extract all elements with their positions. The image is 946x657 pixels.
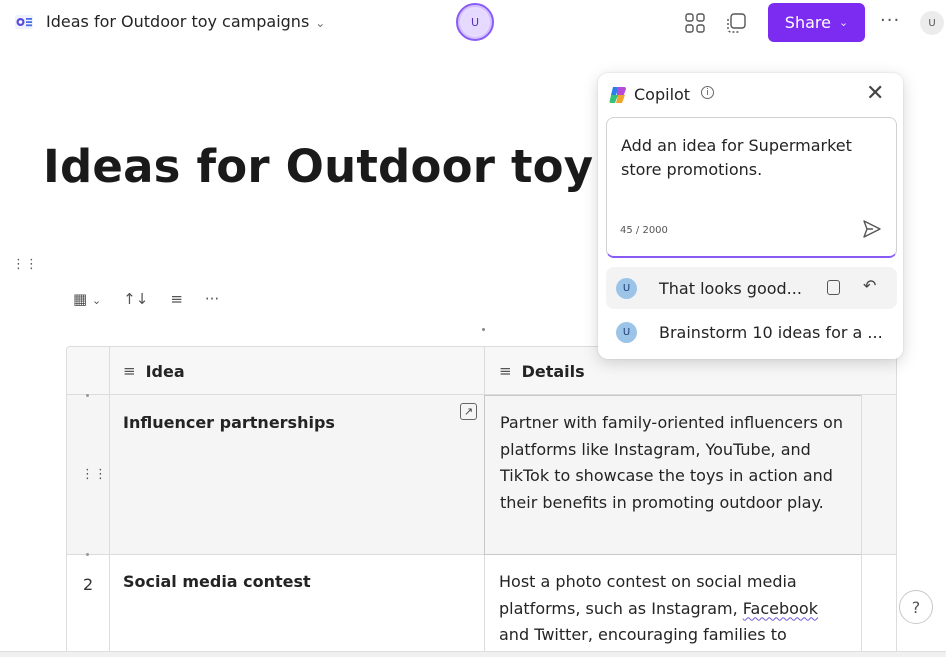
copilot-logo-icon <box>609 87 626 103</box>
status-bar <box>0 651 946 657</box>
page-title[interactable]: Ideas for Outdoor toy ca <box>43 140 667 193</box>
insert-point <box>482 328 485 331</box>
info-icon[interactable]: i <box>701 86 714 99</box>
suggestion-item[interactable]: U Brainstorm 10 ideas for a ... <box>606 311 897 353</box>
doc-title-dropdown[interactable]: Ideas for Outdoor toy campaigns ⌄ <box>46 12 325 31</box>
column-divider <box>484 555 485 657</box>
table-view-icon[interactable]: ▦ ⌄ <box>73 290 101 308</box>
copy-icon[interactable] <box>827 280 840 295</box>
table-more-icon[interactable]: ··· <box>205 290 219 308</box>
row-drag-handle-icon[interactable]: ⋮⋮ <box>81 467 107 482</box>
suggestion-text: That looks good... <box>659 279 802 298</box>
loop-page-icon <box>15 15 33 29</box>
avatar: U <box>616 278 637 299</box>
row-number-cell: ⋮⋮ <box>67 395 110 555</box>
table-toolbar: ▦ ⌄ ↑↓ ≡ ··· <box>73 290 219 308</box>
sort-icon[interactable]: ↑↓ <box>123 290 148 308</box>
idea-cell[interactable]: Social media contest <box>123 572 311 591</box>
column-label: Idea <box>145 361 185 381</box>
send-icon[interactable] <box>861 218 883 240</box>
help-button[interactable]: ? <box>899 590 933 624</box>
row-number: 2 <box>83 575 94 594</box>
row-number-cell: 2 <box>67 555 110 657</box>
components-icon[interactable] <box>684 12 706 34</box>
share-label: Share <box>784 13 831 32</box>
column-header-idea[interactable]: ≡ Idea <box>123 347 185 395</box>
details-cell[interactable]: Partner with family-oriented influencers… <box>484 395 862 555</box>
chevron-down-icon: ⌄ <box>315 16 326 30</box>
open-row-icon[interactable]: ↗ <box>460 403 477 420</box>
table-row: 2 Social media contest Host a photo cont… <box>67 555 896 657</box>
copilot-panel: Copilot i ✕ Add an idea for Supermarket … <box>598 73 903 359</box>
details-text: and Twitter, encouraging families to <box>499 625 787 644</box>
column-divider[interactable] <box>484 347 485 395</box>
filter-icon[interactable]: ≡ <box>170 290 183 308</box>
close-icon[interactable]: ✕ <box>866 81 884 106</box>
chevron-down-icon: ⌄ <box>838 16 849 29</box>
details-cell[interactable]: Host a photo contest on social media pla… <box>499 569 849 649</box>
copilot-title: Copilot <box>634 85 691 104</box>
table-row: ⋮⋮ Influencer partnerships ↗ Partner wit… <box>67 395 896 555</box>
undo-icon[interactable]: ↶ <box>863 276 876 295</box>
column-header-details[interactable]: ≡ Details <box>499 347 585 395</box>
loop-component-icon[interactable] <box>725 12 747 34</box>
text-column-icon: ≡ <box>499 362 512 380</box>
column-label: Details <box>521 361 585 381</box>
column-divider <box>861 395 862 657</box>
user-avatar[interactable]: U <box>920 11 944 35</box>
suggestion-text: Brainstorm 10 ideas for a ... <box>659 323 883 342</box>
drag-handle-icon[interactable]: ⋮⋮ <box>12 258 38 271</box>
row-insert-dot[interactable] <box>86 553 89 556</box>
copilot-prompt-input[interactable]: Add an idea for Supermarket store promot… <box>606 117 897 258</box>
doc-title-text: Ideas for Outdoor toy campaigns <box>46 12 310 31</box>
collaborator-initial: U <box>470 15 480 29</box>
suggestion-item[interactable]: U That looks good... ↶ <box>606 267 897 309</box>
spellcheck-word[interactable]: Facebook <box>743 599 818 618</box>
character-count: 45 / 2000 <box>620 225 668 236</box>
header-number-cell <box>67 347 110 395</box>
text-column-icon: ≡ <box>123 362 136 380</box>
idea-cell[interactable]: Influencer partnerships <box>123 413 335 432</box>
row-insert-dot[interactable] <box>86 394 89 397</box>
collaborator-avatar[interactable]: U <box>456 3 494 41</box>
ideas-table: ≡ Idea ≡ Details ⋮⋮ Influencer partnersh… <box>66 346 897 657</box>
share-button[interactable]: Share ⌄ <box>768 3 865 42</box>
avatar: U <box>616 322 637 343</box>
more-options-icon[interactable]: ··· <box>880 10 900 31</box>
